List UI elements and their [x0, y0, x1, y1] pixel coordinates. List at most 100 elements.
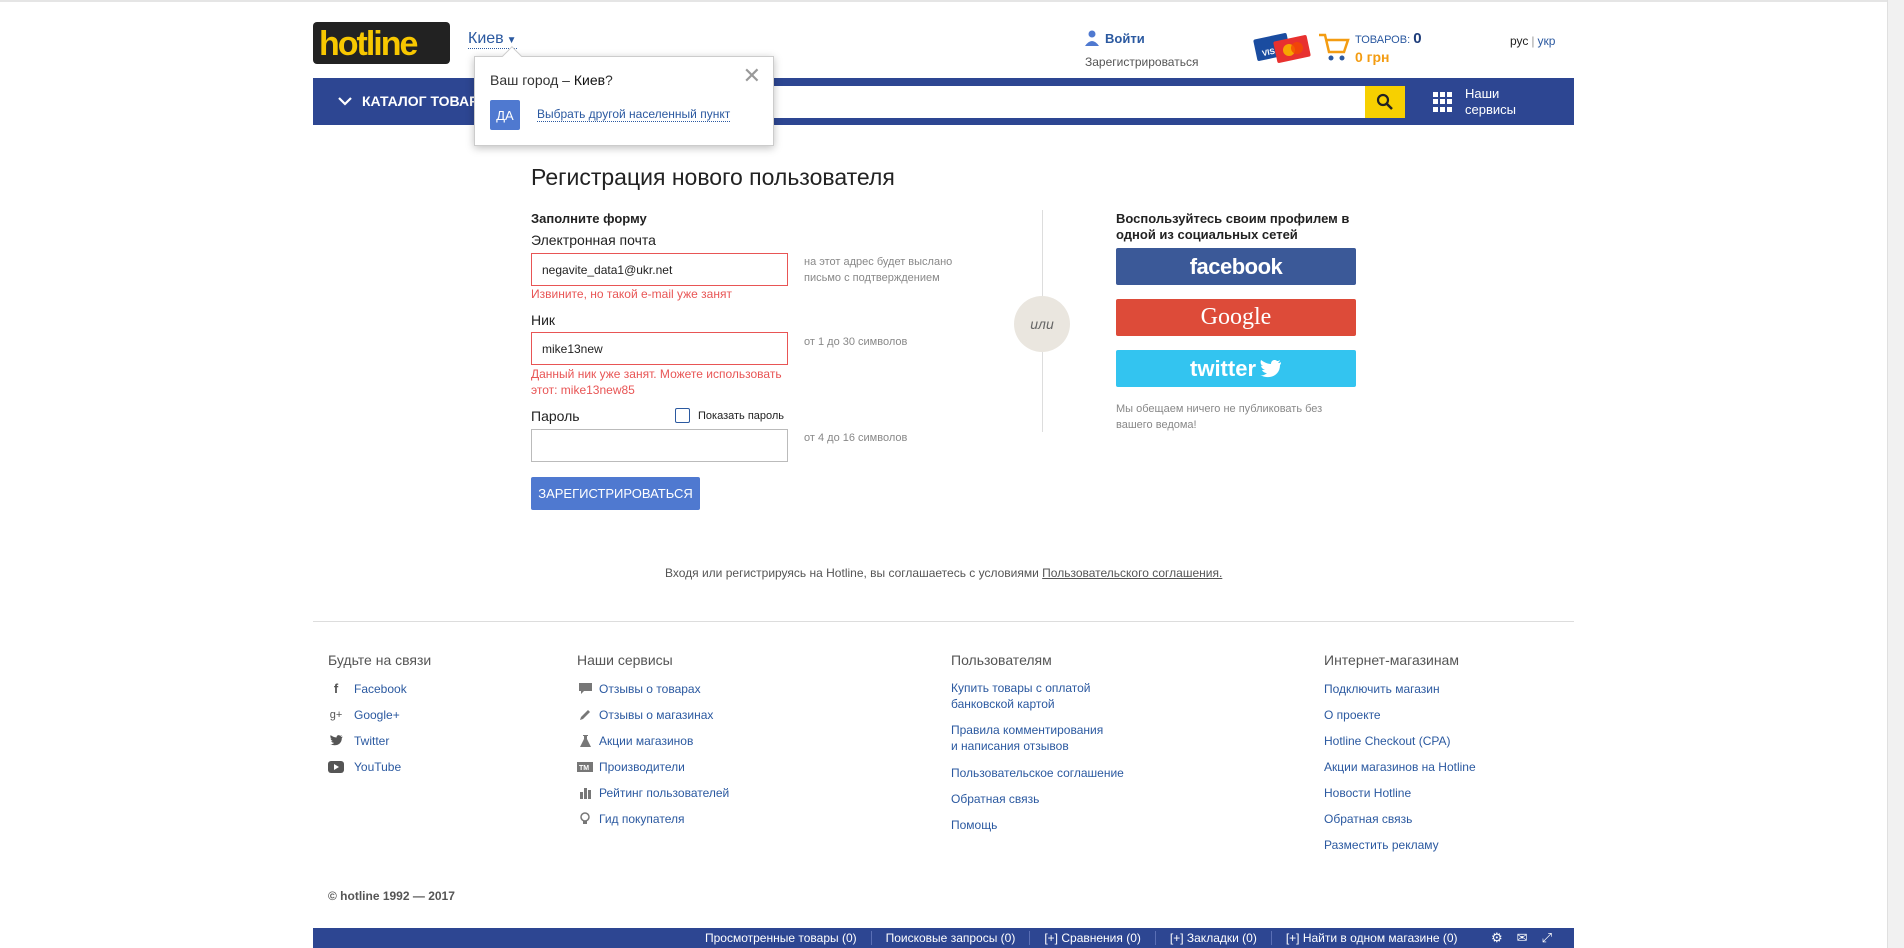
footer-separator [313, 621, 1574, 622]
email-hint: на этот адрес будет выслано письмо с под… [804, 256, 953, 284]
show-password-label: Показать пароль [698, 409, 785, 422]
google-label: Google [1200, 304, 1272, 330]
svg-text:hotline: hotline [319, 25, 418, 63]
footer-youtube-link[interactable]: YouTube [328, 758, 431, 775]
city-name: Киев [468, 30, 504, 47]
google-login-button[interactable]: Google [1116, 299, 1356, 336]
footer-shop-promos-link[interactable]: Акции магазинов [577, 732, 729, 749]
footer-facebook-link[interactable]: f Facebook [328, 680, 431, 697]
show-password-checkbox[interactable] [675, 408, 690, 423]
gear-icon[interactable]: ⚙ [1491, 930, 1503, 946]
lang-ua[interactable]: укр [1538, 34, 1556, 48]
login-label: Войти [1105, 30, 1145, 46]
footer-users-column: Пользователям Купить товары с оплатой бан… [951, 652, 1124, 842]
search-button[interactable] [1365, 86, 1405, 118]
services-label-2: сервисы [1465, 102, 1516, 117]
footer-shop-reviews-link[interactable]: Отзывы о магазинах [577, 706, 729, 723]
footer-twitter-link[interactable]: Twitter [328, 732, 431, 749]
close-icon[interactable]: ✕ [743, 65, 761, 87]
city-selector[interactable]: Киев ▼ [468, 30, 517, 49]
payment-cards-icon: VISA [1253, 33, 1311, 63]
lang-ru[interactable]: рус [1510, 34, 1528, 48]
email-field[interactable] [531, 253, 788, 286]
email-error: Извините, но такой e-mail уже занят [531, 287, 732, 301]
footer-feedback-link[interactable]: Обратная связь [951, 790, 1124, 807]
footer-services-column: Наши сервисы Отзывы о товарах Отзывы о м… [577, 652, 729, 836]
cart-label: ТОВАРОВ: [1355, 34, 1411, 46]
envelope-icon[interactable]: ✉ [1517, 930, 1528, 946]
services-menu[interactable]: Наши сервисы [1433, 86, 1516, 118]
footer-user-agreement-link[interactable]: Пользовательское соглашение [951, 764, 1124, 781]
trademark-icon: TM [577, 761, 593, 772]
password-field[interactable] [531, 429, 788, 462]
footer-manufacturers-link[interactable]: TM Производители [577, 758, 729, 775]
nick-error: Данный ник уже занят. Можете использоват… [531, 367, 782, 397]
scrollbar[interactable] [1887, 0, 1904, 948]
copyright: © hotline 1992 — 2017 [328, 889, 455, 903]
footer-comment-rules-link[interactable]: Правила комментирования и написания отзыв… [951, 722, 1124, 754]
facebook-login-button[interactable]: facebook [1116, 248, 1356, 285]
footer-advertise-link[interactable]: Разместить рекламу [1324, 836, 1476, 853]
choose-other-city-link[interactable]: Выбрать другой населенный пункт [537, 107, 731, 122]
footer-news-link[interactable]: Новости Hotline [1324, 784, 1476, 801]
lightbulb-icon [577, 812, 593, 825]
expand-icon[interactable]: ⤢ [1542, 930, 1552, 946]
footer-shop-feedback-link[interactable]: Обратная связь [1324, 810, 1476, 827]
comparisons-button[interactable]: [+] Сравнения (0) [1030, 931, 1156, 945]
svg-text:TM: TM [579, 765, 589, 772]
twitter-bird-icon [1260, 359, 1281, 377]
caret-down-icon: ▼ [506, 35, 517, 46]
login-block: Войти Зарегистрироваться [1085, 30, 1198, 69]
footer-user-rating-link[interactable]: Рейтинг пользователей [577, 784, 729, 801]
flask-icon [577, 734, 593, 747]
cart-count: 0 [1413, 30, 1422, 47]
bookmarks-button[interactable]: [+] Закладки (0) [1156, 931, 1272, 945]
search-icon [1376, 93, 1393, 110]
services-label-1: Наши [1465, 86, 1500, 101]
hotline-logo[interactable]: hotline [313, 22, 450, 64]
footer-about-link[interactable]: О проекте [1324, 706, 1476, 723]
cart-icon[interactable] [1318, 32, 1350, 62]
form-subtitle: Заполните форму [531, 211, 647, 226]
password-label: Пароль [531, 408, 580, 424]
confirm-city-button[interactable]: ДА [490, 100, 520, 130]
footer-buyer-guide-link[interactable]: Гид покупателя [577, 810, 729, 827]
cart-info[interactable]: ТОВАРОВ: 0 0 грн [1355, 30, 1422, 65]
viewed-products-button[interactable]: Просмотренные товары (0) [691, 931, 872, 945]
social-title: Воспользуйтесь своим профилем в одной из… [1116, 211, 1350, 242]
footer-checkout-link[interactable]: Hotline Checkout (CPA) [1324, 732, 1476, 749]
footer-services-title: Наши сервисы [577, 652, 673, 668]
show-password-toggle[interactable]: Показать пароль [675, 408, 784, 423]
footer-connect-shop-link[interactable]: Подключить магазин [1324, 680, 1476, 697]
facebook-icon: f [333, 681, 339, 696]
agreement-link[interactable]: Пользовательского соглашения. [1042, 566, 1222, 580]
footer-product-reviews-link[interactable]: Отзывы о товарах [577, 680, 729, 697]
footer-help-link[interactable]: Помощь [951, 816, 1124, 833]
one-shop-button[interactable]: [+] Найти в одном магазине (0) [1272, 931, 1472, 945]
top-border [0, 0, 1904, 2]
or-separator: или [1014, 296, 1070, 352]
login-link[interactable]: Войти [1085, 30, 1198, 46]
footer-social-title: Будьте на связи [328, 652, 432, 668]
youtube-icon [328, 760, 344, 773]
search-input[interactable] [753, 86, 1365, 118]
footer-buy-card-link[interactable]: Купить товары с оплатой банковской картой [951, 680, 1124, 712]
search-queries-button[interactable]: Поисковые запросы (0) [872, 931, 1031, 945]
language-switcher: рус | укр [1510, 34, 1555, 48]
email-label: Электронная почта [531, 232, 656, 248]
register-button[interactable]: ЗАРЕГИСТРИРОВАТЬСЯ [531, 477, 700, 510]
comment-icon [577, 683, 593, 694]
footer-shops-title: Интернет-магазинам [1324, 652, 1459, 668]
chevron-down-icon [338, 97, 352, 106]
footer-shops-column: Интернет-магазинам Подключить магазин О … [1324, 652, 1476, 862]
city-question: Ваш город – Киев? [490, 72, 613, 88]
footer-googleplus-link[interactable]: g+ Google+ [328, 706, 431, 723]
google-plus-icon: g+ [329, 708, 343, 721]
nick-field[interactable] [531, 332, 788, 365]
register-link[interactable]: Зарегистрироваться [1085, 55, 1198, 69]
user-icon [1085, 30, 1099, 46]
bar-chart-icon [577, 787, 593, 799]
agreement-text: Входя или регистрируясь на Hotline, вы с… [665, 566, 1223, 580]
footer-hotline-promos-link[interactable]: Акции магазинов на Hotline [1324, 758, 1476, 775]
twitter-login-button[interactable]: twitter [1116, 350, 1356, 387]
